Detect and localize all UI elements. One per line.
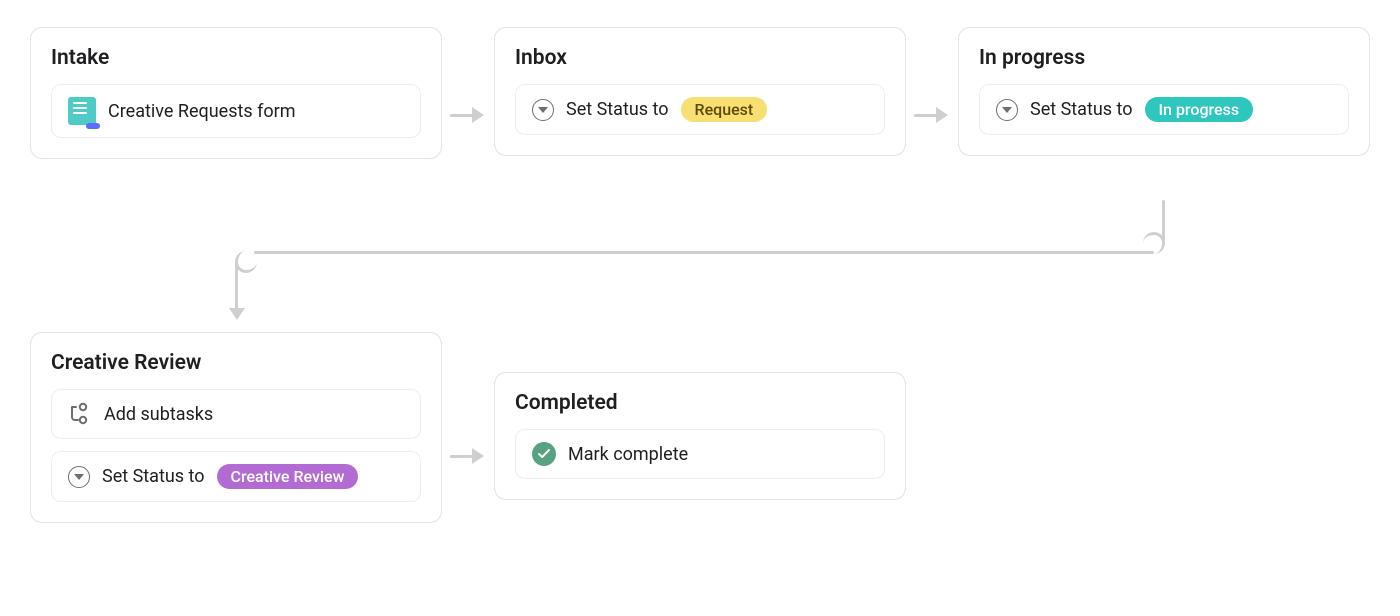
arrow-right-icon: [450, 113, 484, 117]
stage-creative-review: Creative Review Add subtasks Set Status …: [30, 332, 442, 523]
mark-complete-action[interactable]: Mark complete: [515, 429, 885, 479]
stage-completed: Completed Mark complete: [494, 372, 906, 500]
mark-complete-label: Mark complete: [568, 444, 688, 465]
chevron-down-circle-icon: [68, 466, 90, 488]
chevron-down-circle-icon: [532, 99, 554, 121]
arrow-right-icon: [450, 454, 484, 458]
stage-title: Completed: [515, 391, 885, 415]
stage-title: In progress: [979, 46, 1349, 70]
form-icon: [68, 97, 96, 125]
stage-title: Inbox: [515, 46, 885, 70]
set-status-prefix: Set Status to: [566, 99, 669, 120]
set-status-action[interactable]: Set Status to In progress: [979, 84, 1349, 135]
add-subtasks-action[interactable]: Add subtasks: [51, 389, 421, 439]
check-circle-icon: [532, 442, 556, 466]
form-label: Creative Requests form: [108, 101, 296, 122]
stage-inbox: Inbox Set Status to Request: [494, 27, 906, 156]
form-action[interactable]: Creative Requests form: [51, 84, 421, 138]
status-pill-creative-review: Creative Review: [217, 464, 359, 489]
subtask-icon: [68, 402, 92, 426]
add-subtasks-label: Add subtasks: [104, 404, 213, 425]
stage-title: Creative Review: [51, 351, 421, 375]
set-status-prefix: Set Status to: [102, 466, 205, 487]
chevron-down-circle-icon: [996, 99, 1018, 121]
set-status-action[interactable]: Set Status to Creative Review: [51, 451, 421, 502]
set-status-prefix: Set Status to: [1030, 99, 1133, 120]
set-status-action[interactable]: Set Status to Request: [515, 84, 885, 135]
arrow-right-icon: [914, 113, 948, 117]
stage-in-progress: In progress Set Status to In progress: [958, 27, 1370, 156]
stage-title: Intake: [51, 46, 421, 70]
status-pill-request: Request: [681, 97, 768, 122]
status-pill-in-progress: In progress: [1145, 97, 1254, 122]
stage-intake: Intake Creative Requests form: [30, 27, 442, 159]
